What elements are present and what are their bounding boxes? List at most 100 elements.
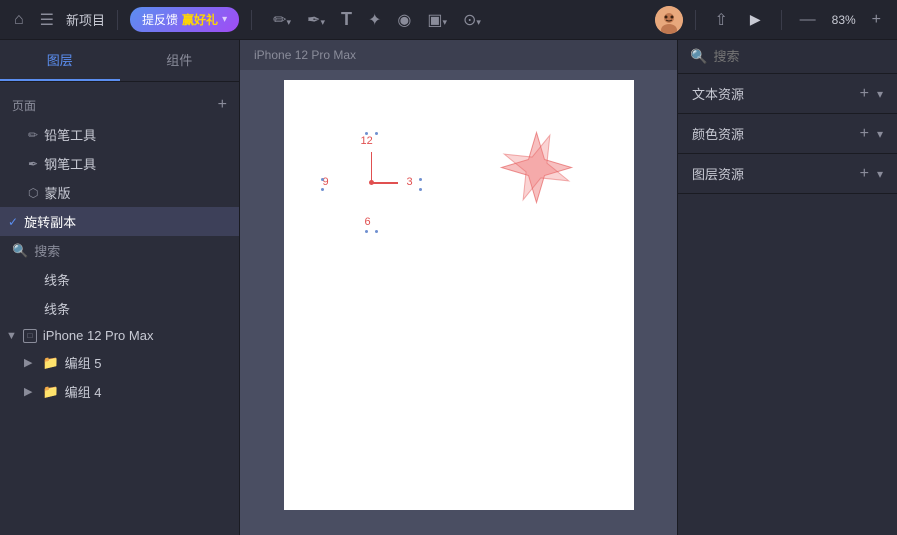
layer-name-line1: 线条 <box>44 270 70 289</box>
avatar[interactable] <box>655 6 683 34</box>
clock-dot-8 <box>321 188 324 191</box>
layer-name-group5: 编组 5 <box>65 353 102 372</box>
mask-layer-icon: ⬡ <box>28 186 38 200</box>
clock-3: 3 <box>407 176 413 188</box>
zoom-minus-btn[interactable]: — <box>794 9 822 31</box>
clock-dot-7 <box>321 178 324 181</box>
folder5-icon: 📁 <box>42 355 58 371</box>
zoom-controls: — 83% + <box>794 9 887 31</box>
layer-search-label: 搜索 <box>34 241 60 260</box>
layer-resource-header[interactable]: 图层资源 + ▾ <box>678 154 897 193</box>
group5-expand-icon: ▶ <box>24 356 32 369</box>
star-svg <box>494 125 579 210</box>
feedback-label: 提反馈 <box>142 11 178 28</box>
settings-tool-btn[interactable]: ⊙▾ <box>458 7 486 33</box>
layer-resource-expand-icon[interactable]: ▾ <box>877 167 883 181</box>
folder4-icon: 📁 <box>42 384 58 400</box>
color-resource-add-btn[interactable]: + <box>860 125 869 143</box>
clock-6: 6 <box>365 216 371 228</box>
text-resource-title: 文本资源 <box>692 84 744 103</box>
search-small-icon: 🔍 <box>12 243 28 259</box>
artboard[interactable]: 12 3 6 9 <box>284 80 634 510</box>
right-search-bar: 🔍 <box>678 40 897 74</box>
clock-dot-3 <box>419 178 422 181</box>
text-resource-header[interactable]: 文本资源 + ▾ <box>678 74 897 113</box>
canvas-area: iPhone 12 Pro Max 12 3 6 9 <box>240 40 677 535</box>
color-resource-expand-icon[interactable]: ▾ <box>877 127 883 141</box>
device-frame-icon: □ <box>23 329 37 343</box>
tab-components[interactable]: 组件 <box>120 40 240 81</box>
clock-minute-hand <box>373 182 398 184</box>
color-resource-actions: + ▾ <box>860 125 883 143</box>
text-resource-section: 文本资源 + ▾ <box>678 74 897 114</box>
clock-dot-6 <box>375 230 378 233</box>
group4-expand-icon: ▶ <box>24 385 32 398</box>
project-title: 新项目 <box>66 10 105 29</box>
list-item[interactable]: ▶ 📁 编组 5 <box>0 348 239 377</box>
share-icon[interactable]: ⇧ <box>708 6 733 34</box>
zoom-plus-btn[interactable]: + <box>866 9 887 31</box>
list-item[interactable]: 线条 <box>0 294 239 323</box>
zoom-level[interactable]: 83% <box>826 13 862 27</box>
layer-name-line2: 线条 <box>44 299 70 318</box>
list-item[interactable]: ✒ 钢笔工具 <box>0 149 239 178</box>
image-tool-btn[interactable]: ▣▾ <box>422 7 452 33</box>
divider-3 <box>695 10 696 30</box>
canvas-frame[interactable]: 12 3 6 9 <box>240 70 677 535</box>
list-item[interactable]: ✏ 铅笔工具 <box>0 120 239 149</box>
feedback-button[interactable]: 提反馈 赢好礼 ▾ <box>130 7 239 32</box>
clock-dot-4 <box>419 188 422 191</box>
clock-dot-1 <box>365 132 368 135</box>
topbar-right: ⇧ ▶ — 83% + <box>655 6 887 34</box>
clock-container: 12 3 6 9 <box>319 130 429 240</box>
color-resource-header[interactable]: 颜色资源 + ▾ <box>678 114 897 153</box>
clock-center-dot <box>369 180 374 185</box>
home-icon[interactable]: ⌂ <box>10 7 28 33</box>
text-resource-expand-icon[interactable]: ▾ <box>877 87 883 101</box>
right-search-input[interactable] <box>713 49 889 64</box>
pen-layer-icon: ✒ <box>28 157 38 171</box>
pen-tool-btn[interactable]: ✒▾ <box>302 7 330 33</box>
fill-tool-btn[interactable]: ◉ <box>392 7 416 33</box>
color-resource-section: 颜色资源 + ▾ <box>678 114 897 154</box>
list-item[interactable]: ▶ 📁 编组 4 <box>0 377 239 406</box>
layer-name-pencil: 铅笔工具 <box>44 125 96 144</box>
layer-resource-section: 图层资源 + ▾ <box>678 154 897 194</box>
layer-name-mask: 蒙版 <box>44 183 70 202</box>
layer-resource-actions: + ▾ <box>860 165 883 183</box>
canvas-label: iPhone 12 Pro Max <box>240 40 677 70</box>
add-page-btn[interactable]: + <box>218 96 227 114</box>
text-tool-btn[interactable]: T <box>336 6 357 33</box>
checkmark-icon: ✓ <box>8 215 18 229</box>
layer-name-iphone: iPhone 12 Pro Max <box>43 328 154 343</box>
page-section-title: 页面 <box>12 97 36 114</box>
layer-name-group4: 编组 4 <box>65 382 102 401</box>
color-resource-title: 颜色资源 <box>692 124 744 143</box>
feedback-arrow-icon: ▾ <box>222 14 227 25</box>
left-sidebar: 图层 组件 页面 + ✏ 铅笔工具 ✒ 钢笔工具 ⬡ 蒙版 <box>0 40 240 535</box>
layer-item-iphone[interactable]: ▼ □ iPhone 12 Pro Max <box>0 323 239 348</box>
text-resource-add-btn[interactable]: + <box>860 85 869 103</box>
expand-icon: ▼ <box>6 330 17 342</box>
page-section-header: 页面 + <box>0 90 239 120</box>
layer-item-rotate[interactable]: ✓ 旋转副本 <box>0 207 239 236</box>
play-icon[interactable]: ▶ <box>742 7 769 32</box>
right-panel: 🔍 文本资源 + ▾ 颜色资源 + ▾ <box>677 40 897 535</box>
text-resource-actions: + ▾ <box>860 85 883 103</box>
list-item[interactable]: ⬡ 蒙版 <box>0 178 239 207</box>
layer-search-row[interactable]: 🔍 搜索 <box>0 236 239 265</box>
toolbar-tools: ✏▾ ✒▾ T ✦ ◉ ▣▾ ⊙▾ <box>268 6 486 33</box>
clock-hour-hand <box>371 152 373 182</box>
menu-icon[interactable]: ☰ <box>36 6 58 34</box>
pencil-tool-btn[interactable]: ✏▾ <box>268 7 296 33</box>
avatar-image <box>655 6 683 34</box>
layer-resource-add-btn[interactable]: + <box>860 165 869 183</box>
shape-tool-btn[interactable]: ✦ <box>363 7 386 33</box>
divider-2 <box>251 10 252 30</box>
list-item[interactable]: 线条 <box>0 265 239 294</box>
right-search-icon: 🔍 <box>690 48 707 65</box>
divider-4 <box>781 10 782 30</box>
layer-resource-title: 图层资源 <box>692 164 744 183</box>
sidebar-content: 页面 + ✏ 铅笔工具 ✒ 钢笔工具 ⬡ 蒙版 ✓ 旋转副本 <box>0 82 239 535</box>
tab-layers[interactable]: 图层 <box>0 40 120 81</box>
